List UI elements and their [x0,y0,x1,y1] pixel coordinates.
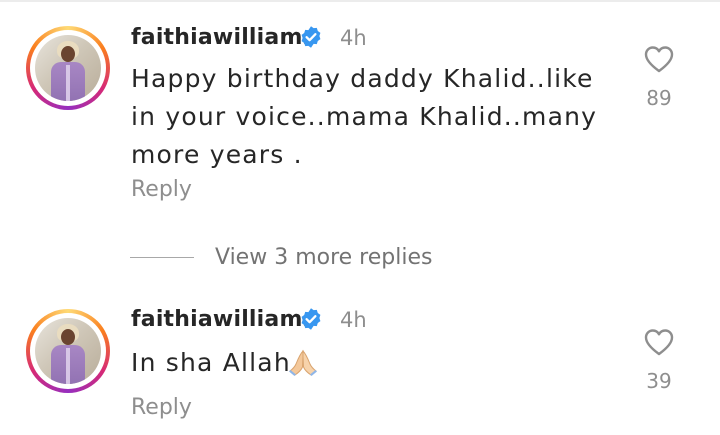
top-divider [0,0,720,2]
comment-time: 4h [340,26,367,50]
heart-icon[interactable] [643,327,675,357]
replies-divider-line [130,257,194,258]
folded-hands-emoji-icon [289,349,317,376]
avatar[interactable] [26,309,110,393]
reply-button[interactable]: Reply [131,177,192,202]
like-count: 39 [646,369,672,393]
like-count: 89 [646,86,672,110]
comment-username[interactable]: faithiawilliams [131,307,316,332]
heart-icon[interactable] [643,44,675,74]
comment-time: 4h [340,308,367,332]
avatar[interactable] [26,26,110,110]
avatar-photo [35,35,101,101]
comment-text: In sha Allah [131,348,291,377]
verified-badge-icon [301,26,321,48]
verified-badge-icon [301,308,321,330]
reply-button[interactable]: Reply [131,395,192,420]
comment-username[interactable]: faithiawilliams [131,25,316,50]
avatar-photo [35,318,101,384]
comment-text: Happy birthday daddy Khalid..like in you… [131,64,598,169]
view-more-replies-button[interactable]: View 3 more replies [215,245,432,270]
